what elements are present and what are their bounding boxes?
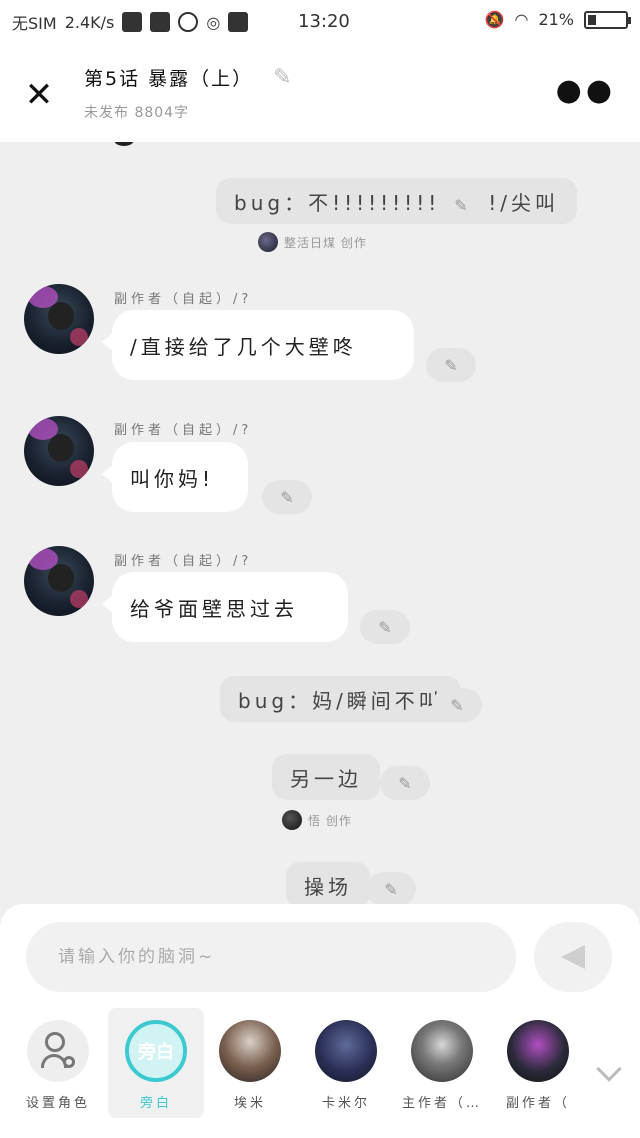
wifi-icon: ◠ (514, 10, 529, 29)
edit-message-icon[interactable]: ✎ (432, 688, 482, 722)
carrier-label: 无SIM (12, 14, 57, 33)
role-label: 设置角色 (25, 1096, 90, 1111)
author-avatar (258, 232, 278, 252)
edit-message-icon[interactable]: ✎ (262, 480, 312, 514)
word-count: 未发布 8804字 (84, 105, 190, 121)
role-avatar (315, 1020, 377, 1082)
send-button[interactable] (534, 922, 612, 992)
role-narrator[interactable]: 旁白 旁白 (108, 1008, 204, 1118)
dialogue-bubble[interactable]: 叫你妈! (102, 442, 248, 512)
clock: 13:20 (298, 11, 350, 32)
speaker-avatar[interactable] (24, 284, 94, 354)
role-vice-author[interactable]: 副作者（ (490, 1008, 586, 1118)
network-speed: 2.4K/s (64, 12, 115, 32)
role-avatar (411, 1020, 473, 1082)
speaker-name: 副作者（自起）/? (114, 423, 253, 438)
role-label: 卡米尔 (321, 1096, 370, 1111)
story-header: ✕ 第5话 暴露（上） ✎ 未发布 8804字 ●● (0, 44, 640, 142)
edit-message-icon[interactable]: ✎ (360, 610, 410, 644)
role-main-author[interactable]: 主作者（… (394, 1008, 490, 1118)
narration-bubble[interactable]: 另一边 (272, 754, 380, 800)
mute-icon: 🔕 (484, 10, 505, 29)
role-label: 埃米 (233, 1096, 266, 1111)
edit-title-icon[interactable]: ✎ (273, 65, 291, 90)
edit-message-icon[interactable]: ✎ (436, 188, 486, 222)
notification-icon (122, 12, 143, 32)
play-icon (178, 12, 199, 32)
speaker-name: 副作者（自起）/? (114, 292, 253, 307)
weibo-icon: ◎ (206, 12, 221, 32)
role-selector: 设置角色 旁白 旁白 埃米 卡米尔 主作者（… 副作者（ (0, 1008, 640, 1128)
battery-percent: 21% (538, 10, 574, 29)
role-label: 旁白 (139, 1096, 172, 1111)
speaker-avatar[interactable] (24, 416, 94, 486)
role-kamir[interactable]: 卡米尔 (298, 1008, 394, 1118)
person-settings-icon (27, 1020, 89, 1082)
close-icon[interactable]: ✕ (24, 78, 54, 112)
speaker-name: 副作者（自起）/? (114, 554, 253, 569)
episode-title: 第5话 暴露（上） (84, 68, 254, 90)
author-avatar (282, 810, 302, 830)
more-icon[interactable]: ●● (556, 76, 616, 106)
narration-bubble[interactable]: bug：不!!!!!!!!!!!!!!/尖叫 (216, 178, 578, 224)
author-label: 悟 创作 (308, 813, 352, 828)
role-amy[interactable]: 埃米 (202, 1008, 298, 1118)
speaker-avatar[interactable] (24, 546, 94, 616)
role-label: 主作者（… (401, 1096, 482, 1111)
role-label: 副作者（ (505, 1096, 570, 1111)
narration-bubble[interactable]: 操场 (286, 862, 370, 904)
chevron-down-icon[interactable] (596, 1056, 622, 1082)
edit-message-icon[interactable]: ✎ (366, 872, 416, 904)
composer-panel: 设置角色 旁白 旁白 埃米 卡米尔 主作者（… 副作者（ (0, 904, 640, 1138)
app-s-icon (228, 12, 249, 32)
message-input[interactable] (26, 922, 516, 992)
role-avatar (507, 1020, 569, 1082)
battery-icon (584, 10, 631, 29)
bag-icon (150, 12, 171, 32)
role-avatar (219, 1020, 281, 1082)
author-credit: 整活日煤 创作 (258, 232, 367, 252)
send-icon (561, 945, 585, 969)
chat-area[interactable]: bug：不!!!!!!!!!!!!!!/尖叫 ✎ 整活日煤 创作 副作者（自起）… (0, 142, 640, 904)
author-label: 整活日煤 创作 (284, 235, 367, 250)
author-credit: 悟 创作 (282, 810, 352, 830)
dialogue-bubble[interactable]: 给爷面壁思过去 (102, 572, 348, 642)
status-bar: 无SIM 2.4K/s ◎ 13:20 🔕 ◠ 21% (0, 0, 640, 44)
dialogue-bubble[interactable]: /直接给了几个大壁咚 (102, 310, 414, 380)
edit-message-icon[interactable]: ✎ (426, 348, 476, 382)
narration-bubble[interactable]: bug：妈/瞬间不叫 (220, 676, 461, 722)
partial-avatar (114, 142, 134, 146)
narrator-avatar: 旁白 (125, 1020, 187, 1082)
role-settings[interactable]: 设置角色 (10, 1008, 106, 1118)
edit-message-icon[interactable]: ✎ (380, 766, 430, 800)
